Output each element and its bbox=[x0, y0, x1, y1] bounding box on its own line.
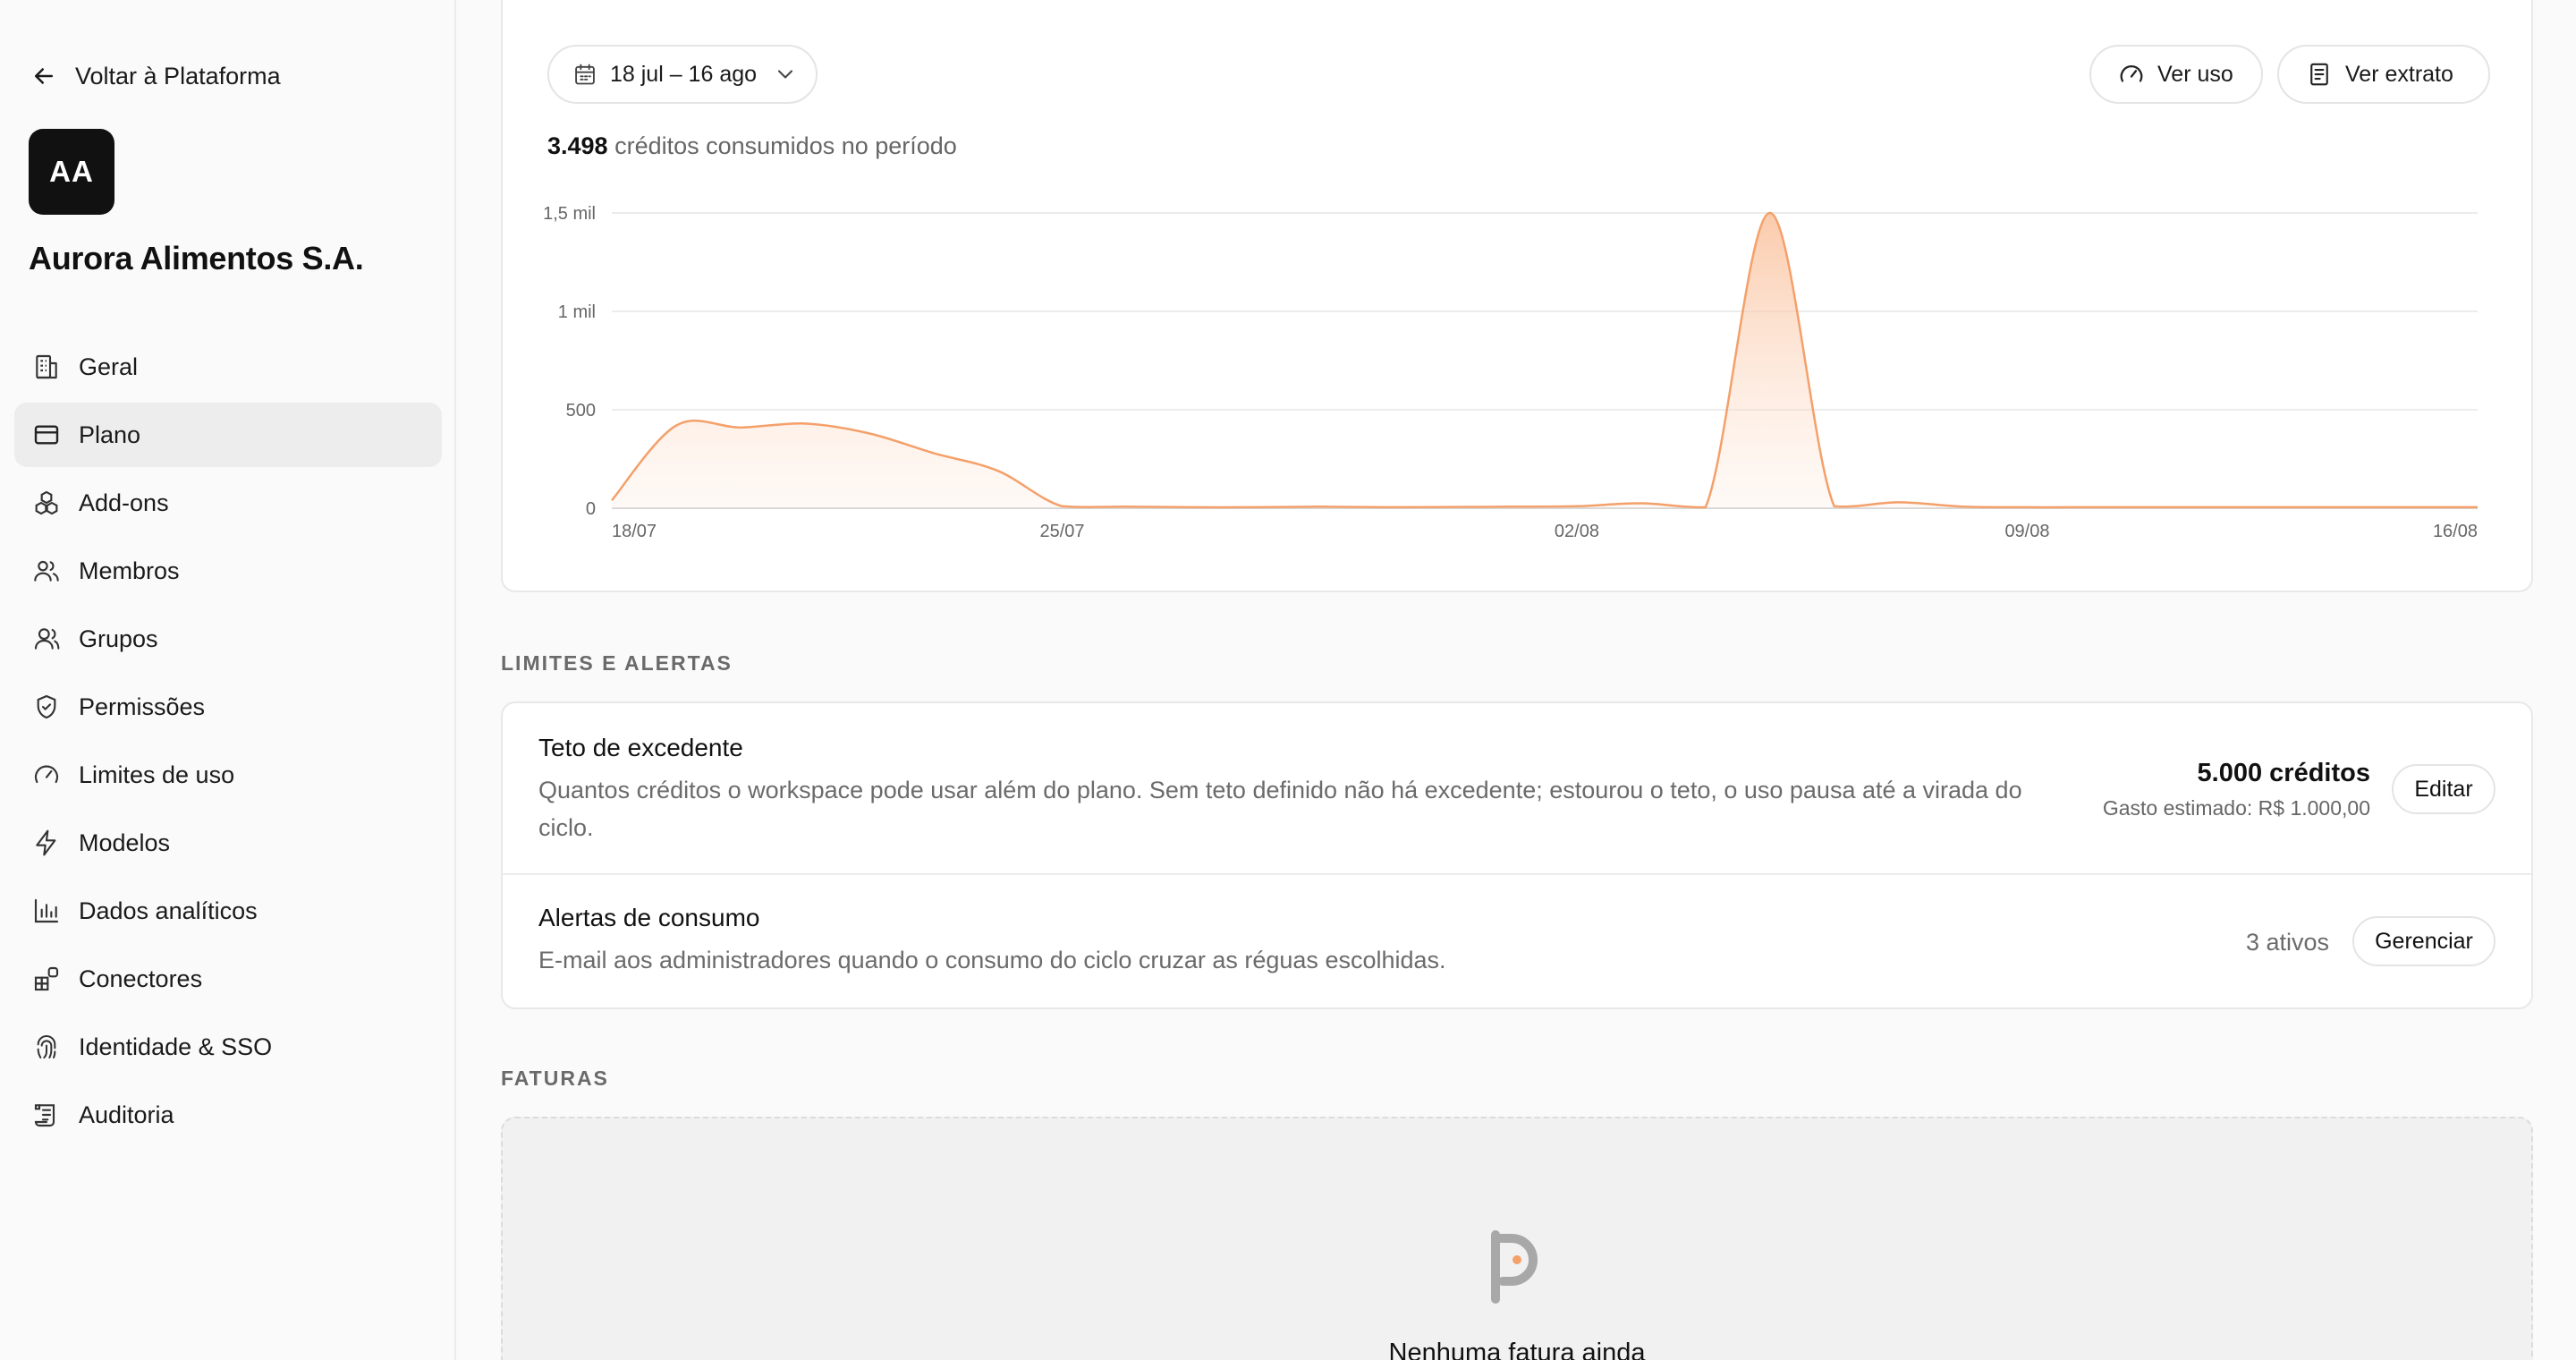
manage-button[interactable]: Gerenciar bbox=[2352, 916, 2496, 966]
sidebar-item-modelos[interactable]: Modelos bbox=[14, 811, 442, 875]
sidebar-item-label: Auditoria bbox=[79, 1101, 174, 1128]
sidebar-item-add-ons[interactable]: Add-ons bbox=[14, 471, 442, 535]
sidebar-item-label: Identidade & SSO bbox=[79, 1033, 273, 1060]
limits-section-title: LIMITES E ALERTAS bbox=[501, 651, 733, 675]
overage-cap-row: Teto de excedente Quantos créditos o wor… bbox=[503, 703, 2531, 875]
x-tick-label: 02/08 bbox=[1555, 522, 1599, 541]
lightning-icon bbox=[36, 829, 56, 856]
arrow-left-icon bbox=[35, 68, 53, 84]
date-range-picker[interactable]: 18 jul – 16 ago bbox=[547, 45, 818, 104]
sidebar: Voltar à Plataforma AA Aurora Alimentos … bbox=[0, 0, 456, 1360]
x-tick-label: 25/07 bbox=[1039, 522, 1084, 541]
credits-suffix: créditos consumidos no período bbox=[614, 132, 957, 159]
back-link-label: Voltar à Plataforma bbox=[75, 62, 281, 89]
sidebar-item-label: Limites de uso bbox=[79, 761, 235, 788]
x-tick-label: 18/07 bbox=[612, 522, 657, 541]
scroll-icon bbox=[34, 1104, 55, 1127]
invoices-empty-state: Nenhuma fatura ainda bbox=[501, 1117, 2533, 1360]
bar-chart-icon bbox=[34, 898, 59, 923]
sidebar-item-label: Geral bbox=[79, 353, 139, 380]
building-icon bbox=[36, 354, 57, 379]
alerts-title: Alertas de consumo bbox=[538, 904, 760, 931]
apps-plus-icon bbox=[34, 966, 59, 991]
calendar-icon bbox=[575, 64, 595, 85]
sidebar-item-membros[interactable]: Membros bbox=[14, 539, 442, 603]
receipt-icon bbox=[2310, 63, 2328, 86]
empty-invoices-text: Nenhuma fatura ainda bbox=[1388, 1339, 1646, 1360]
sidebar-item-label: Conectores bbox=[79, 965, 203, 992]
credit-card-icon bbox=[34, 425, 59, 445]
settings-nav: Geral Plano Add-ons Membros Grupos Permi… bbox=[14, 335, 442, 1151]
sidebar-item-label: Plano bbox=[79, 421, 141, 448]
org-avatar: AA bbox=[29, 129, 114, 215]
org-name: Aurora Alimentos S.A. bbox=[29, 240, 364, 276]
sidebar-item-geral[interactable]: Geral bbox=[14, 335, 442, 399]
shield-check-icon bbox=[37, 694, 56, 719]
gauge-icon bbox=[34, 765, 59, 784]
sidebar-item-dados-analiticos[interactable]: Dados analíticos bbox=[14, 879, 442, 943]
overage-title: Teto de excedente bbox=[538, 734, 743, 761]
y-tick-label: 0 bbox=[586, 499, 596, 519]
alerts-count: 3 ativos bbox=[2245, 929, 2329, 956]
credits-summary: 3.498 créditos consumidos no período bbox=[547, 132, 957, 160]
sidebar-item-label: Permissões bbox=[79, 693, 206, 720]
x-tick-label: 09/08 bbox=[2004, 522, 2049, 541]
sidebar-item-label: Add-ons bbox=[79, 489, 169, 516]
group-icon bbox=[34, 628, 60, 650]
y-tick-label: 1 mil bbox=[558, 302, 596, 322]
usage-alerts-row: Alertas de consumo E-mail aos administra… bbox=[503, 875, 2531, 1009]
sidebar-item-label: Membros bbox=[79, 557, 180, 584]
y-tick-label: 500 bbox=[566, 401, 596, 421]
brand-p-icon bbox=[1491, 1230, 1538, 1304]
view-usage-button[interactable]: Ver uso bbox=[2089, 45, 2263, 104]
chevron-down-icon bbox=[777, 70, 793, 79]
alerts-description: E-mail aos administradores quando o cons… bbox=[538, 947, 1446, 973]
sidebar-item-identidade-sso[interactable]: Identidade & SSO bbox=[14, 1015, 442, 1079]
users-icon bbox=[34, 560, 59, 582]
back-to-platform-link[interactable]: Voltar à Plataforma bbox=[30, 57, 281, 95]
usage-area bbox=[612, 212, 2478, 508]
sidebar-item-conectores[interactable]: Conectores bbox=[14, 947, 442, 1011]
sidebar-item-limites-de-uso[interactable]: Limites de uso bbox=[14, 743, 442, 807]
edit-button[interactable]: Editar bbox=[2392, 764, 2496, 814]
sidebar-item-plano[interactable]: Plano bbox=[14, 403, 442, 467]
limits-card: Teto de excedente Quantos créditos o wor… bbox=[501, 701, 2533, 1009]
y-tick-label: 1,5 mil bbox=[543, 204, 596, 224]
fingerprint-icon bbox=[37, 1035, 56, 1058]
sidebar-item-auditoria[interactable]: Auditoria bbox=[14, 1083, 442, 1147]
overage-estimate: Gasto estimado: R$ 1.000,00 bbox=[2102, 796, 2370, 820]
invoices-section-title: FATURAS bbox=[501, 1067, 609, 1090]
usage-card: 18 jul – 16 ago Ver uso Ver extrato 3.49… bbox=[501, 0, 2533, 592]
view-usage-label: Ver uso bbox=[2157, 61, 2233, 87]
usage-chart: 0 500 1 mil 1,5 mil 18/07 25/07 02/08 09/08 16/… bbox=[543, 204, 2478, 541]
sidebar-item-grupos[interactable]: Grupos bbox=[14, 607, 442, 671]
view-statement-button[interactable]: Ver extrato bbox=[2277, 45, 2490, 104]
sidebar-item-permissoes[interactable]: Permissões bbox=[14, 675, 442, 739]
gauge-icon bbox=[2120, 65, 2143, 82]
credits-total: 3.498 bbox=[547, 132, 608, 159]
sidebar-item-label: Modelos bbox=[79, 829, 171, 856]
x-tick-label: 16/08 bbox=[2433, 522, 2478, 541]
sidebar-item-label: Dados analíticos bbox=[79, 897, 258, 924]
date-range-label: 18 jul – 16 ago bbox=[610, 61, 758, 87]
view-statement-label: Ver extrato bbox=[2345, 61, 2453, 87]
blocks-icon bbox=[35, 490, 58, 515]
overage-value: 5.000 créditos bbox=[2197, 759, 2370, 787]
overage-description: Quantos créditos o workspace pode usar a… bbox=[538, 777, 2022, 841]
sidebar-item-label: Grupos bbox=[79, 625, 158, 652]
